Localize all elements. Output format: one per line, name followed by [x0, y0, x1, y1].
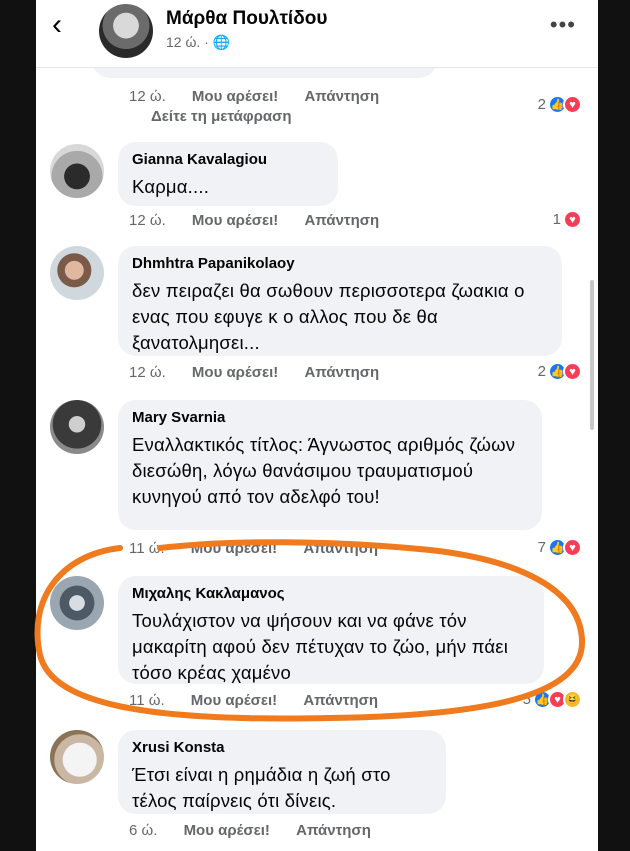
- scrollbar[interactable]: [590, 280, 594, 430]
- love-reaction-icon: ♥: [563, 95, 582, 114]
- more-options-icon[interactable]: •••: [550, 12, 576, 38]
- reply-button[interactable]: Απάντηση: [304, 364, 379, 381]
- like-button[interactable]: Μου αρέσει!: [192, 212, 278, 229]
- author-avatar[interactable]: [99, 4, 153, 58]
- reply-button[interactable]: Απάντηση: [304, 88, 379, 105]
- comment-author[interactable]: Xrusi Konsta: [132, 738, 432, 758]
- reactions-summary[interactable]: 1 ♥: [553, 210, 582, 229]
- comment-time: 6 ώ.: [129, 822, 158, 839]
- reply-button[interactable]: Απάντηση: [296, 822, 371, 839]
- reaction-count: 7: [537, 539, 546, 556]
- reaction-count: 5: [522, 691, 531, 708]
- comment-time: 12 ώ.: [129, 364, 166, 381]
- see-translation-link[interactable]: Δείτε τη μετάφραση: [151, 108, 292, 125]
- comment-time: 11 ώ.: [129, 540, 165, 557]
- comment-actions: 11 ώ. Μου αρέσει! Απάντηση: [129, 692, 400, 709]
- comment-time: 12 ώ.: [129, 88, 166, 105]
- post-header: ‹ Μάρθα Πουλτίδου 12 ώ. · 🌐 •••: [36, 0, 598, 68]
- like-button[interactable]: Μου αρέσει!: [192, 88, 278, 105]
- post-meta: 12 ώ. · 🌐: [166, 34, 231, 50]
- comment-bubble: Gianna Kavalagiou Καρμα....: [118, 142, 338, 206]
- love-reaction-icon: ♥: [563, 362, 582, 381]
- commenter-avatar[interactable]: [50, 400, 104, 454]
- commenter-avatar[interactable]: [50, 144, 104, 198]
- reactions-summary[interactable]: 7 👍 ♥: [538, 538, 582, 557]
- like-button[interactable]: Μου αρέσει!: [191, 540, 277, 557]
- comment-author[interactable]: Μιχαλης Κακλαμανος: [132, 584, 530, 604]
- reactions-summary[interactable]: 2 👍 ♥: [538, 95, 582, 114]
- reply-button[interactable]: Απάντηση: [303, 540, 378, 557]
- like-button[interactable]: Μου αρέσει!: [184, 822, 270, 839]
- comment-text: δεν πειραζει θα σωθουν περισσοτερα ζωακι…: [132, 280, 525, 353]
- commenter-avatar[interactable]: [50, 246, 104, 300]
- reactions-summary[interactable]: 5 👍 ♥ 😆: [523, 690, 582, 709]
- comment-actions: 11 ώ. Μου αρέσει! Απάντηση: [129, 540, 400, 557]
- comment-text: Έτσι είναι η ρημάδια η ζωή στο τέλος παί…: [132, 764, 391, 811]
- reaction-count: 2: [537, 96, 546, 113]
- comment-bubble: Μιχαλης Κακλαμανος Τουλάχιστον να ψήσουν…: [118, 576, 544, 684]
- reaction-count: 2: [537, 363, 546, 380]
- comment-time: 11 ώ.: [129, 692, 165, 709]
- comment-author[interactable]: Mary Svarnia: [132, 408, 528, 428]
- reaction-count: 1: [552, 211, 561, 228]
- commenter-avatar[interactable]: [50, 576, 104, 630]
- haha-reaction-icon: 😆: [563, 690, 582, 709]
- commenter-avatar[interactable]: [50, 730, 104, 784]
- post-author-name[interactable]: Μάρθα Πουλτίδου: [166, 8, 327, 30]
- comment-author[interactable]: Gianna Kavalagiou: [132, 150, 324, 170]
- screen-edge-right: [598, 0, 630, 851]
- love-reaction-icon: ♥: [563, 210, 582, 229]
- comment-bubble: Dhmhtra Papanikolaoy δεν πειραζει θα σωθ…: [118, 246, 562, 356]
- love-reaction-icon: ♥: [563, 538, 582, 557]
- back-arrow-icon[interactable]: ‹: [52, 10, 62, 40]
- reactions-summary[interactable]: 2 👍 ♥: [538, 362, 582, 381]
- comments-screen: ‹ Μάρθα Πουλτίδου 12 ώ. · 🌐 ••• 12 ώ. Μο…: [36, 0, 598, 851]
- comment-bubble: Mary Svarnia Εναλλακτικός τίτλος: Άγνωστ…: [118, 400, 542, 530]
- comment-actions: 12 ώ. Μου αρέσει! Απάντηση: [129, 364, 401, 381]
- like-button[interactable]: Μου αρέσει!: [191, 692, 277, 709]
- comment-text: Καρμα....: [132, 176, 210, 197]
- comment-text: Εναλλακτικός τίτλος: Άγνωστος αριθμός ζώ…: [132, 434, 516, 507]
- like-button[interactable]: Μου αρέσει!: [192, 364, 278, 381]
- screen-edge-left: [0, 0, 36, 851]
- comment-bubble: Xrusi Konsta Έτσι είναι η ρημάδια η ζωή …: [118, 730, 446, 814]
- comment-actions: 6 ώ. Μου αρέσει! Απάντηση: [129, 822, 393, 839]
- comment-author[interactable]: Dhmhtra Papanikolaoy: [132, 254, 548, 274]
- comment-actions: 12 ώ. Μου αρέσει! Απάντηση: [129, 88, 401, 105]
- comment-time: 12 ώ.: [129, 212, 166, 229]
- reply-button[interactable]: Απάντηση: [303, 692, 378, 709]
- reply-button[interactable]: Απάντηση: [304, 212, 379, 229]
- comment-text: Τουλάχιστον να ψήσουν και να φάνε τόν μα…: [132, 610, 509, 683]
- comment-actions: 12 ώ. Μου αρέσει! Απάντηση: [129, 212, 401, 229]
